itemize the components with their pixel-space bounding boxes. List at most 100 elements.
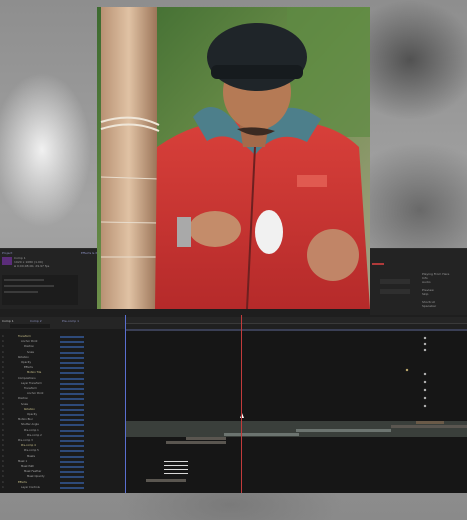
layer-row[interactable]: ▫ Pre-comp 4 — [0, 444, 126, 448]
property-value-field[interactable] — [60, 377, 84, 380]
layer-row[interactable]: ▫ Rotation — [0, 408, 126, 412]
layer-row[interactable]: ▫ Layer Transform — [0, 382, 126, 386]
effects-panel[interactable]: Effects & Presets — [80, 249, 106, 309]
layer-bar-5[interactable] — [186, 437, 226, 440]
property-value-field[interactable] — [60, 429, 84, 432]
layer-row[interactable]: ▫ Scale — [0, 351, 126, 355]
keyframe[interactable] — [423, 396, 427, 400]
keyframe[interactable] — [423, 336, 427, 340]
visibility-eye-icon[interactable]: ▫ — [2, 403, 4, 407]
property-value-field[interactable] — [60, 424, 84, 427]
layer-row[interactable]: ▫ Masks — [0, 455, 126, 459]
layer-row[interactable]: ▫ Opacity — [0, 413, 126, 417]
layer-row[interactable]: ▫ Mask 1 — [0, 460, 126, 464]
layer-row[interactable]: ▫ Pre-comp 1 — [0, 429, 126, 433]
timeline-tab-3[interactable]: Pre-comp 1 — [62, 319, 79, 323]
visibility-eye-icon[interactable]: ▫ — [2, 335, 4, 339]
property-value-field[interactable] — [60, 403, 84, 406]
layer-bar-7[interactable] — [146, 479, 186, 482]
layer-row[interactable]: ▫ Shutter Angle — [0, 423, 126, 427]
visibility-eye-icon[interactable]: ▫ — [2, 444, 4, 448]
property-value-field[interactable] — [60, 362, 84, 364]
project-list[interactable] — [2, 275, 78, 305]
property-value-field[interactable] — [60, 466, 84, 468]
layer-row[interactable]: ▫ Effects — [0, 366, 126, 370]
visibility-eye-icon[interactable]: ▫ — [2, 371, 4, 375]
layer-bar-2[interactable] — [224, 433, 299, 436]
visibility-eye-icon[interactable]: ▫ — [2, 486, 4, 490]
keyframe[interactable] — [423, 380, 427, 384]
visibility-eye-icon[interactable]: ▫ — [2, 455, 4, 459]
visibility-eye-icon[interactable]: ▫ — [2, 397, 4, 401]
work-area-bar[interactable] — [126, 329, 467, 331]
property-value-field[interactable] — [60, 346, 84, 349]
property-value-field[interactable] — [60, 351, 84, 354]
layer-row[interactable]: ▫ Layer Controls — [0, 486, 126, 490]
playhead[interactable] — [241, 315, 242, 493]
visibility-eye-icon[interactable]: ▫ — [2, 345, 4, 349]
keyframe[interactable] — [423, 388, 427, 392]
property-value-field[interactable] — [60, 398, 84, 401]
layer-row[interactable]: ▫ Mask Feather — [0, 470, 126, 474]
property-value-field[interactable] — [60, 372, 84, 375]
property-value-field[interactable] — [60, 471, 84, 474]
visibility-eye-icon[interactable]: ▫ — [2, 475, 4, 479]
visibility-eye-icon[interactable]: ▫ — [2, 366, 4, 370]
visibility-eye-icon[interactable]: ▫ — [2, 382, 4, 386]
property-value-field[interactable] — [60, 414, 84, 416]
visibility-eye-icon[interactable]: ▫ — [2, 439, 4, 443]
property-value-field[interactable] — [60, 419, 84, 422]
layer-row[interactable]: ▫ Transform — [0, 335, 126, 339]
layer-row[interactable]: ▫ Mask Path — [0, 465, 126, 469]
visibility-eye-icon[interactable]: ▫ — [2, 413, 4, 417]
keyframe[interactable] — [423, 348, 427, 352]
layer-list[interactable]: ▫ Transform ▫ Anchor Point ▫ Position ▫ Scale ▫ R… — [0, 329, 126, 493]
property-value-field[interactable] — [60, 445, 84, 448]
property-value-field[interactable] — [60, 388, 84, 390]
timeline-tab-2[interactable]: Comp 2 — [30, 319, 42, 323]
layer-row[interactable]: ▫ Pre-comp 3 — [0, 439, 126, 443]
layer-row[interactable]: ▫ Mask Opacity — [0, 475, 126, 479]
visibility-eye-icon[interactable]: ▫ — [2, 481, 4, 485]
layer-row[interactable]: ▫ Position — [0, 397, 126, 401]
visibility-eye-icon[interactable]: ▫ — [2, 387, 4, 391]
layer-row[interactable]: ▫ Transform — [0, 387, 126, 391]
layer-bar-6[interactable] — [416, 421, 444, 424]
property-value-field[interactable] — [60, 393, 84, 396]
visibility-eye-icon[interactable]: ▫ — [2, 418, 4, 422]
property-value-field[interactable] — [60, 408, 84, 411]
keyframe[interactable] — [423, 342, 427, 346]
property-value-field[interactable] — [60, 341, 84, 344]
layer-row[interactable]: ▫ Anchor Point — [0, 392, 126, 396]
visibility-eye-icon[interactable]: ▫ — [2, 377, 4, 381]
layer-bar-3[interactable] — [296, 429, 391, 432]
visibility-eye-icon[interactable]: ▫ — [2, 434, 4, 438]
layer-bar-1[interactable] — [166, 441, 226, 444]
property-value-field[interactable] — [60, 356, 84, 359]
layer-row[interactable]: ▫ Pre-comp 2 — [0, 434, 126, 438]
keyframe[interactable] — [423, 404, 427, 408]
project-tab[interactable]: Project — [2, 251, 12, 255]
property-value-field[interactable] — [60, 434, 84, 437]
timeline-search-input[interactable] — [10, 324, 50, 328]
visibility-eye-icon[interactable]: ▫ — [2, 460, 4, 464]
preview-panel[interactable]: Playing From Here Info Audio Preview Ski… — [370, 249, 467, 315]
visibility-eye-icon[interactable]: ▫ — [2, 351, 4, 355]
property-value-field[interactable] — [60, 450, 84, 453]
visibility-eye-icon[interactable]: ▫ — [2, 408, 4, 412]
layer-row[interactable]: ▫ Effects — [0, 481, 126, 485]
visibility-eye-icon[interactable]: ▫ — [2, 361, 4, 365]
property-value-field[interactable] — [60, 476, 84, 479]
property-value-field[interactable] — [60, 367, 84, 370]
project-panel[interactable]: Project Comp 1 1920 x 1080 (1.00) Δ 0;00… — [0, 249, 80, 309]
layer-row[interactable]: ▫ Motion Blur — [0, 418, 126, 422]
property-value-field[interactable] — [60, 382, 84, 385]
layer-row[interactable]: ▫ Opacity — [0, 361, 126, 365]
visibility-eye-icon[interactable]: ▫ — [2, 340, 4, 344]
work-area-start-marker[interactable] — [125, 315, 126, 493]
visibility-eye-icon[interactable]: ▫ — [2, 465, 4, 469]
layer-row[interactable]: ▫ Pre-comp 5 — [0, 449, 126, 453]
property-value-field[interactable] — [60, 481, 84, 484]
visibility-eye-icon[interactable]: ▫ — [2, 470, 4, 474]
layer-row[interactable]: ▫ Motion Tile — [0, 371, 126, 375]
